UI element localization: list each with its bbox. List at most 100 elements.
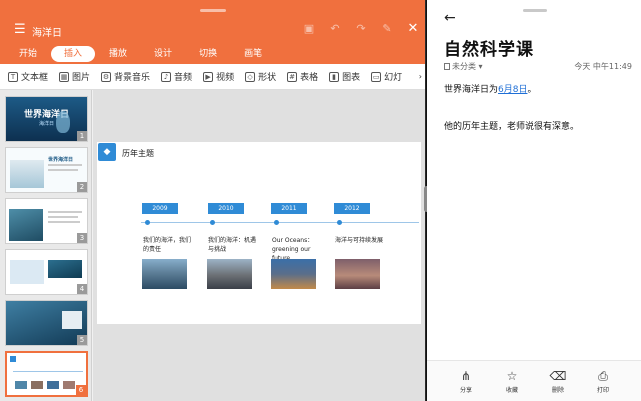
slide-number: 1 bbox=[77, 131, 87, 141]
slide-thumbnail-1[interactable]: 世界海洋日 海洋日 1 bbox=[5, 96, 88, 142]
timeline-image bbox=[142, 259, 187, 289]
share-button[interactable]: ⋔ 分享 bbox=[451, 369, 481, 394]
tab-play[interactable]: 播放 bbox=[96, 46, 140, 62]
polar-bear-image bbox=[10, 160, 44, 188]
undo-icon[interactable]: ↶ bbox=[328, 22, 342, 36]
slide-number: 5 bbox=[77, 335, 87, 345]
slide-number: 3 bbox=[77, 233, 87, 243]
image-icon: ▦ bbox=[59, 71, 70, 82]
slide-thumbnail-5[interactable]: 5 bbox=[5, 300, 88, 346]
document-title: 海洋日 bbox=[32, 28, 62, 39]
window-grab-handle[interactable] bbox=[523, 9, 547, 12]
thumb-title: 世界海洋日 bbox=[23, 110, 69, 120]
note-title[interactable]: 自然科学课 bbox=[444, 35, 534, 60]
thumb-logo bbox=[10, 356, 16, 362]
dolphin-shape bbox=[56, 111, 70, 133]
background-music-button[interactable]: ⚙ 背景音乐 bbox=[101, 70, 150, 83]
timeline-image bbox=[207, 259, 252, 289]
tab-transition[interactable]: 切换 bbox=[186, 46, 230, 62]
text-line bbox=[48, 164, 82, 166]
slide-number: 6 bbox=[76, 385, 86, 395]
slide-number: 4 bbox=[77, 284, 87, 294]
text-block bbox=[10, 260, 44, 284]
timeline-desc: 我们的海洋：机遇与挑战 bbox=[208, 237, 257, 253]
thumb-img bbox=[63, 381, 75, 389]
timeline-desc: 海洋与可持续发展 bbox=[335, 237, 384, 244]
slide-thumbnails: 世界海洋日 海洋日 1 世界海洋日 2 3 4 5 6 bbox=[0, 90, 92, 401]
back-arrow-icon[interactable]: ← bbox=[444, 10, 456, 26]
timeline-image bbox=[335, 259, 380, 289]
save-icon[interactable]: ▣ bbox=[302, 22, 316, 36]
printer-icon: ⎙ bbox=[598, 369, 608, 383]
tab-insert[interactable]: 插入 bbox=[51, 46, 96, 62]
note-meta: 未分类 ▾ 今天 中午11:49 bbox=[444, 61, 632, 72]
textbox-button[interactable]: T 文本框 bbox=[8, 70, 48, 83]
shape-icon: ◇ bbox=[245, 71, 256, 82]
presentation-app: ☰ 海洋日 ▣ ↶ ↷ ✎ ✕ 开始 插入 播放 设计 切换 画笔 T 文本框 ▦… bbox=[0, 0, 426, 401]
note-line-1[interactable]: 世界海洋日为6月8日。 bbox=[444, 82, 536, 95]
ribbon-more-icon[interactable]: › bbox=[419, 72, 422, 81]
chart-button[interactable]: ▮ 图表 bbox=[329, 70, 360, 83]
redo-icon[interactable]: ↷ bbox=[354, 22, 368, 36]
tab-design[interactable]: 设计 bbox=[141, 46, 185, 62]
timeline-year-2011: 2011 bbox=[271, 203, 307, 214]
timeline-image bbox=[271, 259, 316, 289]
timeline-desc: 我们的海洋，我们的责任 bbox=[143, 237, 192, 253]
timeline-line bbox=[141, 222, 419, 223]
text-line bbox=[48, 211, 82, 213]
timeline-dot bbox=[145, 220, 150, 225]
thumb-title: 世界海洋日 bbox=[48, 157, 74, 163]
tab-home[interactable]: 开始 bbox=[6, 46, 50, 62]
note-line-2[interactable]: 他的历年主题，老师说很有深意。 bbox=[444, 119, 579, 132]
slide-thumbnail-6[interactable]: 6 bbox=[5, 351, 88, 397]
textbox-icon: T bbox=[8, 71, 18, 82]
note-date: 今天 中午11:49 bbox=[574, 62, 632, 71]
timeline-dot bbox=[274, 220, 279, 225]
table-button[interactable]: # 表格 bbox=[287, 70, 318, 83]
slide-thumbnail-4[interactable]: 4 bbox=[5, 249, 88, 295]
shark-image bbox=[9, 209, 43, 241]
slide-number: 2 bbox=[77, 182, 87, 192]
share-icon: ⋔ bbox=[460, 369, 472, 383]
window-grab-handle[interactable] bbox=[200, 9, 226, 12]
timeline-year-2012: 2012 bbox=[334, 203, 370, 214]
table-icon: # bbox=[287, 71, 298, 82]
category-selector[interactable]: 未分类 ▾ bbox=[444, 62, 483, 71]
slide-thumbnail-2[interactable]: 世界海洋日 2 bbox=[5, 147, 88, 193]
chart-icon: ▮ bbox=[329, 71, 340, 82]
text-line bbox=[48, 216, 78, 218]
edit-icon[interactable]: ✎ bbox=[380, 22, 394, 36]
slide-thumbnail-3[interactable]: 3 bbox=[5, 198, 88, 244]
text-block bbox=[62, 311, 82, 329]
star-icon: ☆ bbox=[506, 369, 518, 383]
text-line bbox=[48, 169, 78, 171]
audio-button[interactable]: ♪ 音频 bbox=[161, 70, 192, 83]
print-button[interactable]: ⎙ 打印 bbox=[588, 369, 618, 394]
slide-icon: ▭ bbox=[371, 71, 382, 82]
trash-icon: ⌫ bbox=[549, 369, 567, 383]
timeline-dot bbox=[337, 220, 342, 225]
favorite-button[interactable]: ☆ 收藏 bbox=[497, 369, 527, 394]
delete-button[interactable]: ⌫ 删除 bbox=[543, 369, 573, 394]
shape-button[interactable]: ◇ 形状 bbox=[245, 70, 276, 83]
title-actions: ▣ ↶ ↷ ✎ ✕ bbox=[302, 22, 420, 36]
close-icon[interactable]: ✕ bbox=[406, 22, 420, 36]
current-slide[interactable]: ◆ 历年主题 2009 我们的海洋，我们的责任 2010 我们的海洋：机遇与挑战… bbox=[97, 142, 421, 324]
menu-icon[interactable]: ☰ bbox=[14, 23, 26, 36]
thumb-img bbox=[15, 381, 27, 389]
tab-pen[interactable]: 画笔 bbox=[231, 46, 275, 62]
dolphin-logo-icon: ◆ bbox=[98, 143, 116, 161]
thumb-img bbox=[47, 381, 59, 389]
image-button[interactable]: ▦ 图片 bbox=[59, 70, 90, 83]
date-link[interactable]: 6月8日 bbox=[498, 85, 527, 95]
folder-icon bbox=[444, 63, 450, 70]
title-bar: ☰ 海洋日 ▣ ↶ ↷ ✎ ✕ 开始 插入 播放 设计 切换 画笔 bbox=[0, 0, 425, 64]
slide-button[interactable]: ▭ 幻灯 bbox=[371, 70, 402, 83]
music-settings-icon: ⚙ bbox=[101, 71, 112, 82]
slide-canvas-area: ◆ 历年主题 2009 我们的海洋，我们的责任 2010 我们的海洋：机遇与挑战… bbox=[93, 90, 425, 401]
thumb-subtitle: 海洋日 bbox=[38, 121, 54, 127]
audio-icon: ♪ bbox=[161, 71, 172, 82]
thumb-line bbox=[13, 371, 83, 372]
video-button[interactable]: ▶ 视频 bbox=[203, 70, 234, 83]
note-action-bar: ⋔ 分享 ☆ 收藏 ⌫ 删除 ⎙ 打印 bbox=[427, 360, 641, 401]
